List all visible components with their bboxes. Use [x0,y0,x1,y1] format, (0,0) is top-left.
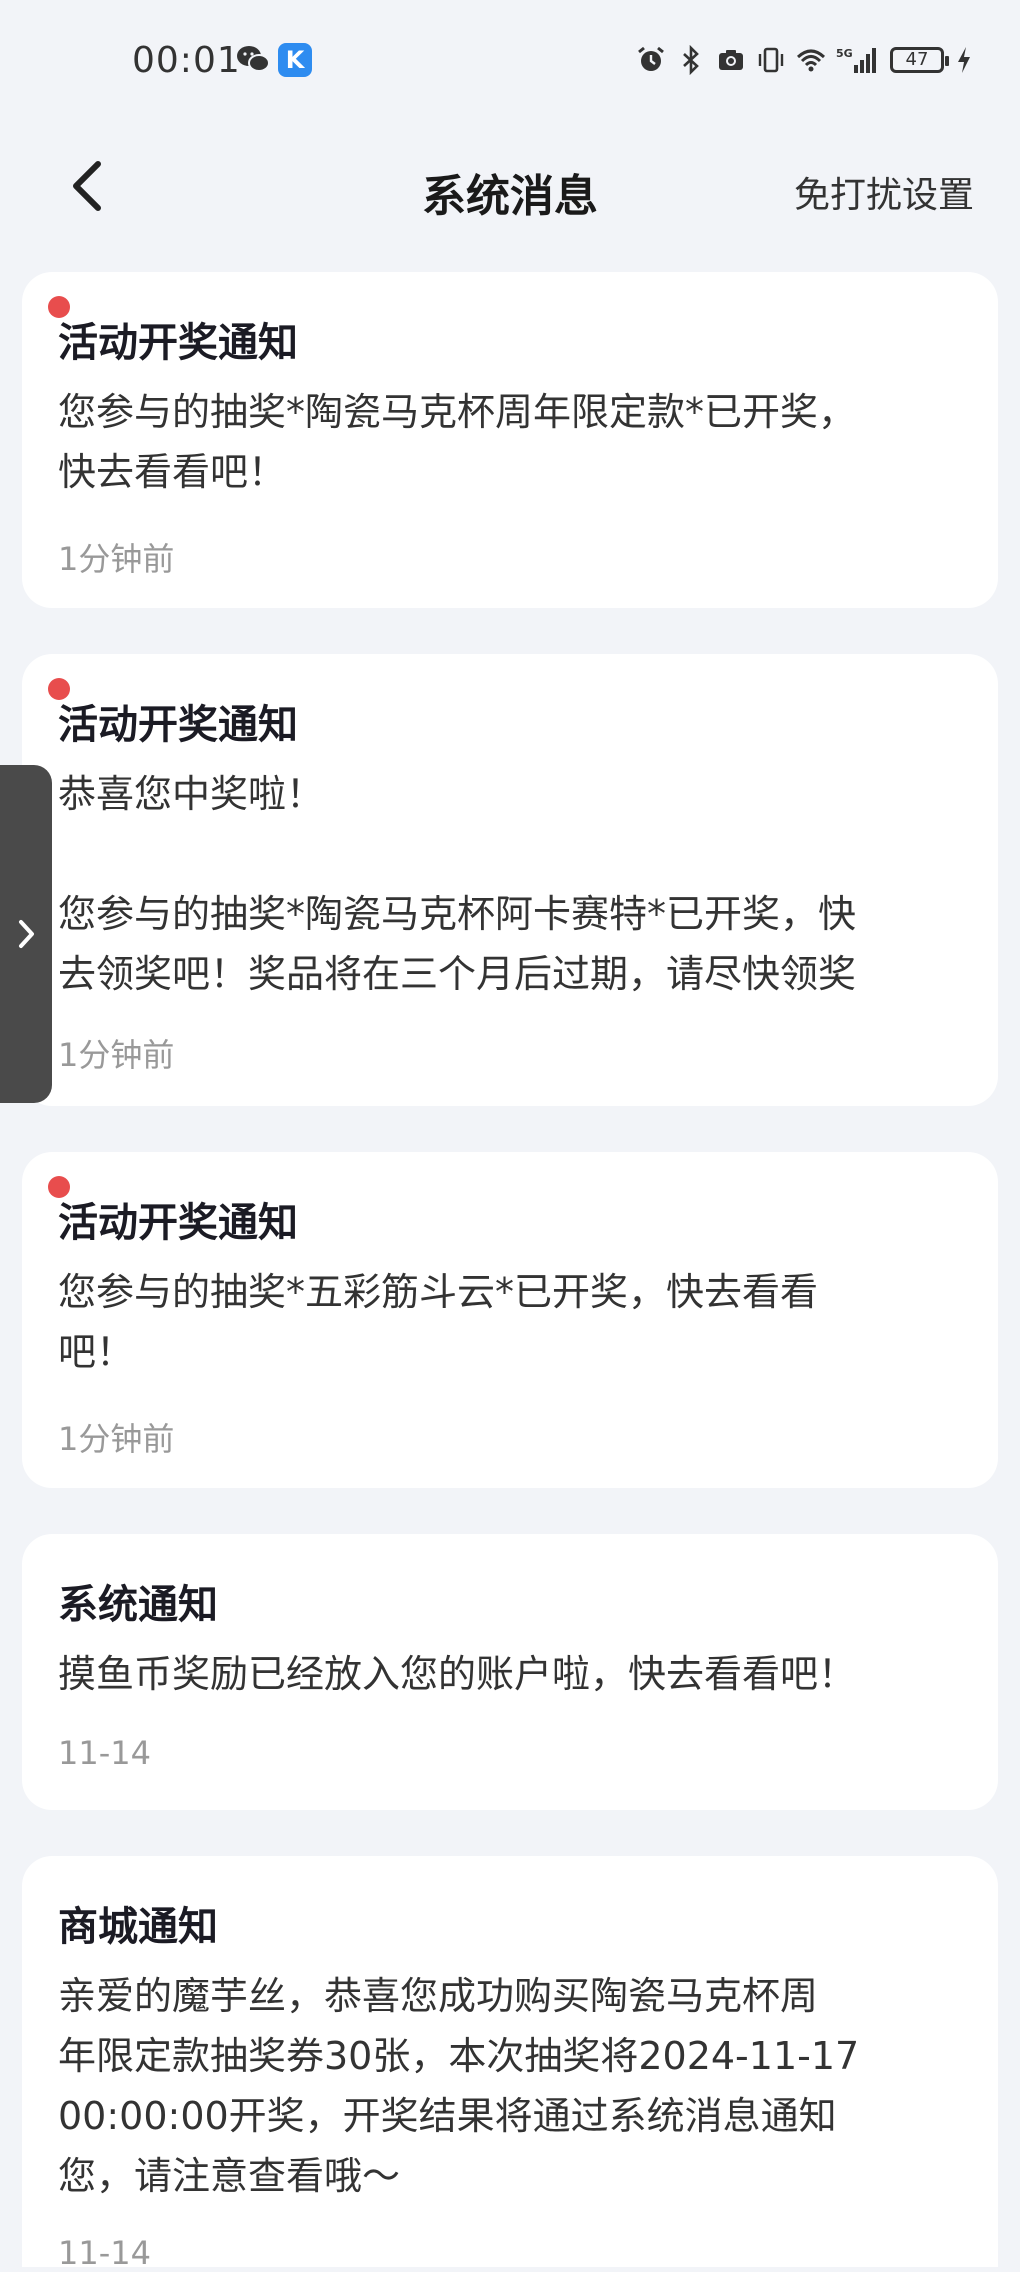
svg-text:5G: 5G [836,47,853,60]
message-card[interactable]: 活动开奖通知 恭喜您中奖啦！ 您参与的抽奖*陶瓷马克杯阿卡赛特*已开奖，快 去领… [22,654,998,1106]
status-icons: 5G 47 [636,40,974,80]
message-body: 您参与的抽奖*五彩筋斗云*已开奖，快去看看 吧！ [58,1270,819,1374]
do-not-disturb-settings-link[interactable]: 免打扰设置 [794,166,974,218]
charging-icon [958,47,970,73]
k-app-icon: K [278,43,312,77]
message-card[interactable]: 活动开奖通知 您参与的抽奖*五彩筋斗云*已开奖，快去看看 吧！ 1分钟前 [22,1152,998,1488]
alarm-icon [638,46,664,71]
message-card[interactable]: 活动开奖通知 您参与的抽奖*陶瓷马克杯周年限定款*已开奖， 快去看看吧！ 1分钟… [22,272,998,608]
message-time: 1分钟前 [58,1420,175,1458]
message-body: 您参与的抽奖*陶瓷马克杯周年限定款*已开奖， 快去看看吧！ [58,390,857,494]
message-title: 活动开奖通知 [58,320,298,366]
message-body: 摸鱼币奖励已经放入您的账户啦，快去看看吧！ [58,1652,857,1696]
wifi-icon [796,49,826,72]
vibrate-icon [758,47,784,73]
message-card[interactable]: 系统通知 摸鱼币奖励已经放入您的账户啦，快去看看吧！ 11-14 [22,1534,998,1810]
message-title: 活动开奖通知 [58,1200,298,1246]
message-title: 系统通知 [58,1582,218,1628]
wechat-icon [237,46,270,72]
message-title: 商城通知 [58,1904,218,1950]
chevron-right-icon [19,920,34,948]
message-time: 1分钟前 [58,540,175,578]
camera-icon [719,50,743,70]
message-title: 活动开奖通知 [58,702,298,748]
message-body: 亲爱的魔芋丝，恭喜您成功购买陶瓷马克杯周 年限定款抽奖券30张，本次抽奖将202… [58,1974,860,2198]
bluetooth-icon [683,45,699,75]
status-bar: 00:01 K 5G 47 [0,0,1020,120]
side-panel-handle[interactable] [0,765,52,1103]
message-body: 恭喜您中奖啦！ 您参与的抽奖*陶瓷马克杯阿卡赛特*已开奖，快 去领奖吧！奖品将在… [58,772,857,996]
battery-icon: 47 [890,47,949,73]
signal-5g-icon: 5G [836,47,876,73]
message-time: 11-14 [58,1734,151,1772]
header: 系统消息 免打扰设置 [0,130,1020,250]
message-time: 1分钟前 [58,1036,175,1074]
message-card[interactable]: 商城通知 亲爱的魔芋丝，恭喜您成功购买陶瓷马克杯周 年限定款抽奖券30张，本次抽… [22,1856,998,2272]
message-time: 11-14 [58,2234,151,2272]
status-time: 00:01 [132,40,241,81]
